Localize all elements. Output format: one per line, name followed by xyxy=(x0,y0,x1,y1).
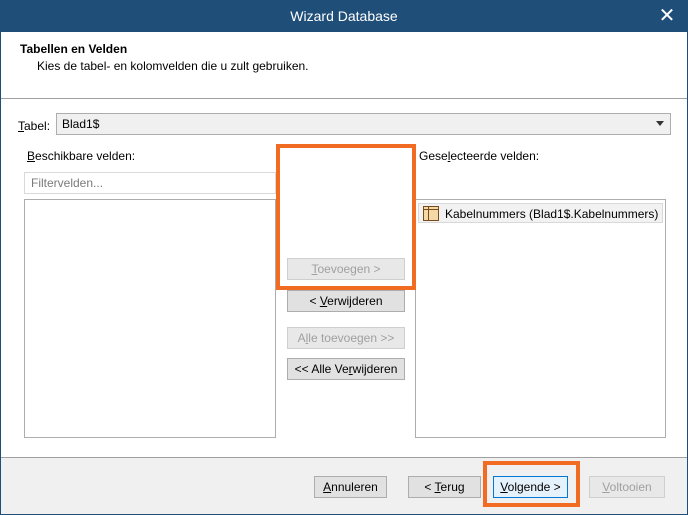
step-title: Tabellen en Velden xyxy=(20,42,128,56)
available-fields-list[interactable] xyxy=(24,199,276,438)
available-fields-label: Beschikbare velden: xyxy=(27,149,136,163)
table-select[interactable]: Blad1$ xyxy=(56,113,671,135)
wizard-window: Wizard Database ✕ Tabellen en Velden Kie… xyxy=(0,0,688,515)
table-field-icon xyxy=(423,206,439,221)
filter-fields-input[interactable] xyxy=(24,172,276,194)
table-select-value: Blad1$ xyxy=(62,117,100,131)
footer-divider xyxy=(1,457,687,458)
close-icon[interactable]: ✕ xyxy=(655,4,679,28)
selected-fields-list[interactable]: Kabelnummers (Blad1$.Kabelnummers) xyxy=(415,199,666,438)
next-button[interactable]: Volgende > xyxy=(493,476,568,498)
list-item[interactable]: Kabelnummers (Blad1$.Kabelnummers) xyxy=(418,203,663,223)
table-label: Tabel: xyxy=(18,119,51,133)
title-bar: Wizard Database ✕ xyxy=(1,1,687,32)
selected-fields-label: Geselecteerde velden: xyxy=(419,149,540,163)
add-button[interactable]: Toevoegen > xyxy=(287,258,405,280)
remove-all-button[interactable]: << Alle Verwijderen xyxy=(287,358,405,380)
back-button[interactable]: < Terug xyxy=(408,476,481,498)
step-description: Kies de tabel- en kolomvelden die u zult… xyxy=(37,59,309,73)
chevron-down-icon[interactable] xyxy=(656,121,664,126)
finish-button[interactable]: Voltooien xyxy=(589,476,665,498)
selected-field-label: Kabelnummers (Blad1$.Kabelnummers) xyxy=(445,207,659,221)
window-title: Wizard Database xyxy=(290,8,398,24)
remove-button[interactable]: < Verwijderen xyxy=(287,290,405,312)
add-all-button[interactable]: Alle toevoegen >> xyxy=(287,327,405,349)
cancel-button[interactable]: Annuleren xyxy=(314,476,387,498)
wizard-header: Tabellen en Velden Kies de tabel- en kol… xyxy=(1,32,687,99)
